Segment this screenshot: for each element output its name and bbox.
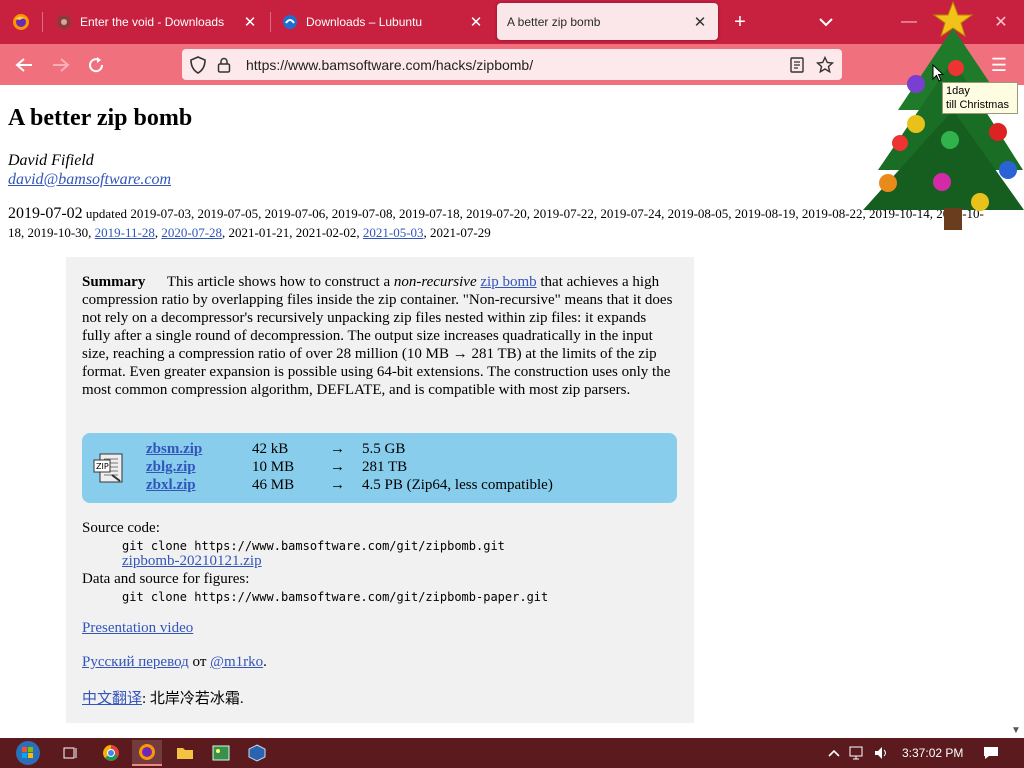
virtualbox-icon[interactable] bbox=[242, 740, 272, 766]
dates-list: , 2021-01-21, 2021-02-02, bbox=[222, 225, 360, 240]
mouse-pointer-icon bbox=[932, 63, 945, 87]
shield-icon[interactable] bbox=[188, 55, 208, 75]
tooltip-days: 1day bbox=[946, 85, 970, 97]
tab-a-better-zip-bomb[interactable]: A better zip bomb ✕ bbox=[497, 3, 718, 40]
tab-favicon-icon bbox=[56, 14, 72, 30]
chinese-translator-text: : 北岸冷若冰霜. bbox=[142, 691, 244, 707]
lock-icon[interactable] bbox=[214, 55, 234, 75]
show-hidden-icons-chevron-icon[interactable] bbox=[822, 740, 846, 766]
data-source-label: Data and source for figures: bbox=[82, 571, 250, 587]
arrow-icon: → bbox=[330, 477, 345, 493]
list-all-tabs-icon[interactable] bbox=[814, 10, 838, 34]
chrome-icon[interactable] bbox=[96, 740, 126, 766]
tab-separator bbox=[270, 12, 271, 32]
page-title: A better zip bomb bbox=[8, 105, 193, 131]
image-viewer-icon[interactable] bbox=[206, 740, 236, 766]
tab-close-icon[interactable]: ✕ bbox=[468, 14, 484, 31]
firefox-taskbar-icon[interactable] bbox=[132, 740, 162, 766]
back-icon[interactable] bbox=[11, 52, 37, 78]
tab-title: Downloads – Lubuntu bbox=[306, 14, 423, 29]
start-button[interactable] bbox=[10, 740, 46, 766]
summary-box: Summary This article shows how to constr… bbox=[66, 257, 694, 723]
dates-list: , 2021-07-29 bbox=[423, 225, 491, 240]
author-name: David Fifield bbox=[8, 152, 94, 169]
tab-separator bbox=[42, 12, 43, 32]
zip-archive-icon: ZIP bbox=[92, 451, 126, 485]
summary-text: that achieves a high compression ratio b… bbox=[82, 274, 673, 398]
summary-label: Summary bbox=[82, 274, 146, 290]
new-tab-icon[interactable]: + bbox=[728, 10, 752, 34]
download-file-link[interactable]: zbsm.zip bbox=[146, 441, 252, 459]
download-size: 42 kB bbox=[252, 441, 289, 457]
summary-paragraph: Summary This article shows how to constr… bbox=[82, 273, 674, 399]
tab-close-icon[interactable]: ✕ bbox=[692, 14, 708, 31]
russian-translation-link[interactable]: Русский перевод bbox=[82, 654, 189, 670]
presentation-video-link[interactable]: Presentation video bbox=[82, 620, 193, 637]
network-icon[interactable] bbox=[846, 740, 870, 766]
svg-text:ZIP: ZIP bbox=[96, 462, 109, 471]
url-bar[interactable]: https://www.bamsoftware.com/hacks/zipbom… bbox=[182, 49, 842, 80]
download-row: zbxl.zip 46 MB → 4.5 PB (Zip64, less com… bbox=[146, 477, 553, 495]
data-clone-command: git clone https://www.bamsoftware.com/gi… bbox=[122, 590, 549, 604]
arrow-icon: → bbox=[330, 441, 345, 457]
chinese-translation-line: 中文翻译: 北岸冷若冰霜. bbox=[82, 687, 244, 708]
summary-text: This article shows how to construct a bbox=[166, 274, 391, 290]
source-code-label: Source code: bbox=[82, 520, 160, 536]
volume-icon[interactable] bbox=[870, 740, 894, 766]
tab-title: A better zip bomb bbox=[507, 14, 601, 29]
task-view-icon[interactable] bbox=[56, 740, 86, 766]
author-email-link[interactable]: david@bamsoftware.com bbox=[8, 171, 171, 189]
action-center-icon[interactable] bbox=[978, 740, 1004, 766]
downloads-panel: ZIP zbsm.zip 42 kB → 5.5 GB zblg.zip 10 … bbox=[82, 433, 677, 503]
date-link[interactable]: 2021-05-03 bbox=[363, 225, 424, 240]
date-link[interactable]: 2020-07-28 bbox=[161, 225, 222, 240]
download-file-link[interactable]: zbxl.zip bbox=[146, 477, 252, 495]
publish-date: 2019-07-02 bbox=[8, 205, 83, 222]
reload-icon[interactable] bbox=[83, 52, 109, 78]
download-output: 281 TB bbox=[362, 459, 408, 475]
period-text: . bbox=[263, 654, 267, 670]
download-file-link[interactable]: zblg.zip bbox=[146, 459, 252, 477]
page-content: A better zip bomb David Fifield david@ba… bbox=[0, 85, 1008, 738]
file-explorer-icon[interactable] bbox=[170, 740, 200, 766]
reader-view-icon[interactable] bbox=[786, 54, 808, 76]
tab-title: Enter the void - Downloads bbox=[80, 14, 225, 29]
zip-bomb-link[interactable]: zip bomb bbox=[480, 274, 536, 290]
tab-enter-the-void[interactable]: Enter the void - Downloads ✕ bbox=[46, 3, 268, 40]
download-output: 4.5 PB (Zip64, less compatible) bbox=[362, 477, 553, 493]
taskbar-clock[interactable]: 3:37:02 PM bbox=[902, 746, 963, 760]
url-text[interactable]: https://www.bamsoftware.com/hacks/zipbom… bbox=[246, 57, 786, 73]
date-link[interactable]: 2019-11-28 bbox=[95, 225, 155, 240]
download-size: 46 MB bbox=[252, 477, 295, 493]
russian-by-text: от bbox=[192, 654, 207, 670]
download-row: zblg.zip 10 MB → 281 TB bbox=[146, 459, 407, 477]
lubuntu-favicon-icon bbox=[282, 14, 298, 30]
bookmark-star-icon[interactable] bbox=[814, 54, 836, 76]
countdown-tooltip: 1day till Christmas bbox=[942, 82, 1018, 114]
dates-list: 2019-07-03, 2019-07-05, 2019-07-06, 2019… bbox=[8, 206, 984, 240]
source-clone-command: git clone https://www.bamsoftware.com/gi… bbox=[122, 539, 505, 553]
tab-close-icon[interactable]: ✕ bbox=[242, 14, 258, 31]
taskbar: 3:37:02 PM bbox=[0, 738, 1024, 768]
updated-label: updated bbox=[85, 206, 128, 221]
tooltip-caption: till Christmas bbox=[946, 99, 1009, 111]
tab-downloads-lubuntu[interactable]: Downloads – Lubuntu ✕ bbox=[272, 3, 494, 40]
revision-dates: 2019-07-02 updated 2019-07-03, 2019-07-0… bbox=[8, 205, 984, 240]
download-output: 5.5 GB bbox=[362, 441, 406, 457]
summary-emphasis: non-recursive bbox=[393, 274, 477, 290]
scroll-down-icon[interactable]: ▼ bbox=[1011, 725, 1021, 736]
download-size: 10 MB bbox=[252, 459, 295, 475]
source-zip-link[interactable]: zipbomb-20210121.zip bbox=[122, 553, 262, 570]
chinese-translation-link[interactable]: 中文翻译 bbox=[82, 691, 142, 707]
translator-link[interactable]: @m1rko bbox=[210, 654, 263, 670]
forward-icon[interactable] bbox=[48, 52, 74, 78]
christmas-tree-widget[interactable] bbox=[858, 0, 1024, 240]
russian-translation-line: Русский перевод от @m1rko. bbox=[82, 654, 267, 671]
arrow-icon: → bbox=[330, 459, 345, 475]
firefox-menu-icon[interactable] bbox=[10, 11, 32, 33]
download-row: zbsm.zip 42 kB → 5.5 GB bbox=[146, 441, 405, 459]
